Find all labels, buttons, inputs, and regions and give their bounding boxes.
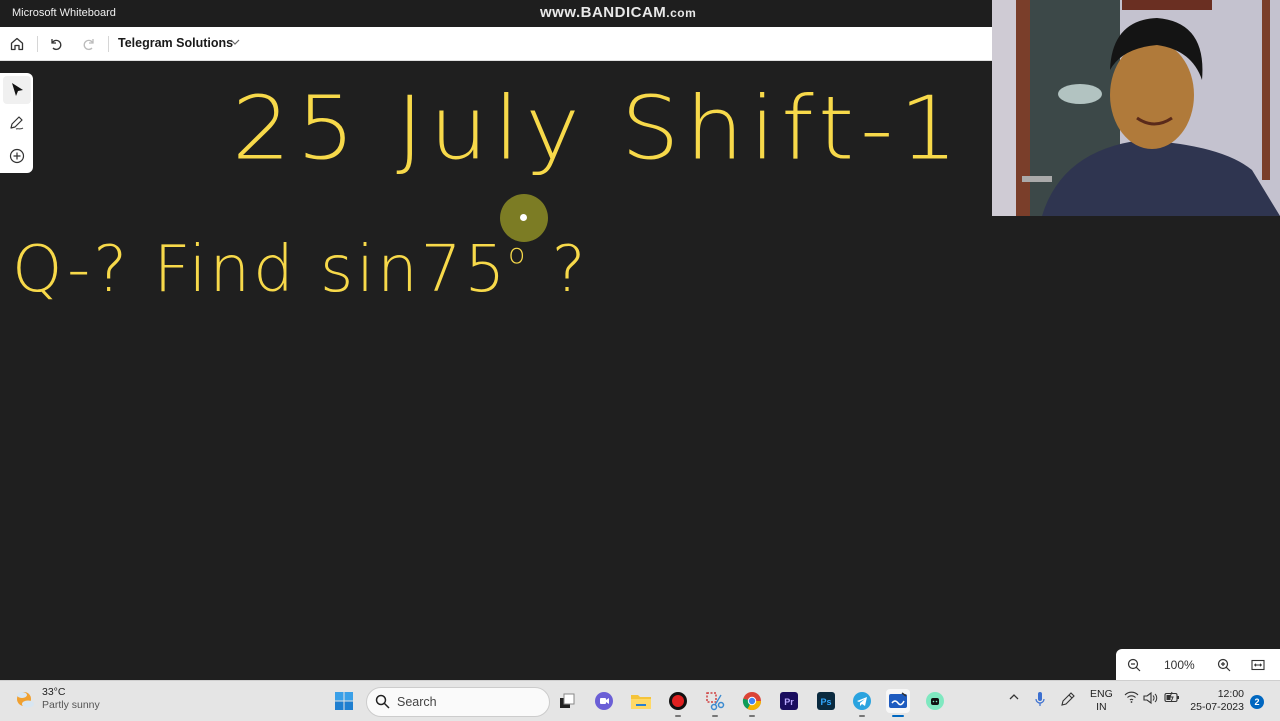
taskbar-app-chat-bot[interactable]: [923, 689, 947, 713]
zoom-out-button[interactable]: [1124, 655, 1144, 675]
running-indicator: [859, 715, 865, 717]
ink-title[interactable]: 25 July Shift-1: [232, 78, 964, 180]
wifi-icon: [1124, 691, 1139, 703]
pointer-highlight: [500, 194, 548, 242]
webcam-overlay: [992, 0, 1280, 216]
taskbar: 33°C Partly sunny Search Pr Ps ENG IN 12…: [0, 680, 1280, 721]
running-indicator: [675, 715, 681, 717]
pen-icon: [10, 116, 24, 130]
ink-tool-button[interactable]: [3, 109, 31, 137]
clock-time: 12:00: [1217, 688, 1244, 700]
weather-condition: Partly sunny: [42, 699, 100, 711]
fit-to-screen-button[interactable]: [1248, 655, 1268, 675]
running-indicator: [712, 715, 718, 717]
chrome-icon: [742, 692, 761, 711]
zoom-in-icon: [1217, 658, 1231, 672]
taskbar-app-file-explorer[interactable]: [629, 689, 653, 713]
home-button[interactable]: [6, 33, 28, 55]
zoom-controls: 100%: [1116, 649, 1280, 680]
input-language-indicator[interactable]: ENG IN: [1090, 688, 1113, 714]
photoshop-label: Ps: [820, 697, 831, 707]
taskbar-app-teams-chat[interactable]: [592, 689, 616, 713]
pen-tray-button[interactable]: [1060, 691, 1076, 707]
taskbar-app-bandicam[interactable]: [666, 689, 690, 717]
redo-icon: [83, 39, 94, 51]
tool-rail: [0, 73, 33, 173]
home-icon: [10, 37, 24, 51]
taskbar-app-telegram[interactable]: [850, 689, 874, 717]
taskbar-search-input[interactable]: Search: [366, 687, 550, 717]
webcam-video-feed: [992, 0, 1280, 216]
telegram-icon: [853, 692, 871, 710]
taskbar-app-photoshop[interactable]: Ps: [814, 689, 838, 713]
region-code: IN: [1096, 701, 1107, 713]
taskbar-app-chrome[interactable]: [740, 689, 764, 717]
weather-temperature: 33°C: [42, 686, 66, 698]
undo-icon: [51, 39, 62, 51]
zoom-out-icon: [1127, 658, 1141, 672]
show-hidden-icons-button[interactable]: [1008, 691, 1020, 703]
volume-tray-button[interactable]: [1142, 691, 1158, 705]
chat-bot-icon: [926, 692, 944, 710]
partly-sunny-icon: [17, 692, 34, 708]
language-code: ENG: [1090, 688, 1113, 700]
search-placeholder: Search: [397, 695, 437, 709]
start-button[interactable]: [332, 689, 356, 713]
taskbar-app-snipping-tool[interactable]: [703, 689, 727, 717]
weather-widget[interactable]: 33°C Partly sunny: [14, 686, 100, 712]
question-text: Q-? Find sin75: [12, 233, 509, 307]
plus-circle-icon: [9, 148, 25, 164]
bandicam-watermark: www.BANDICAM.com: [540, 4, 696, 21]
board-name[interactable]: Telegram Solutions: [118, 36, 233, 50]
taskbar-app-task-view[interactable]: [555, 689, 579, 713]
snipping-tool-icon: [706, 692, 725, 711]
microphone-tray-button[interactable]: [1034, 691, 1046, 707]
taskbar-app-whiteboard[interactable]: [886, 689, 910, 717]
taskbar-clock[interactable]: 12:00 25-07-2023: [1188, 688, 1244, 714]
board-menu-button[interactable]: [228, 35, 242, 54]
watermark-main: www.BANDICAM: [540, 4, 667, 21]
windows-logo-icon: [335, 692, 353, 710]
battery-tray-button[interactable]: [1164, 691, 1180, 703]
whiteboard-icon: [889, 692, 907, 708]
watermark-suffix: .com: [666, 6, 697, 20]
taskbar-app-premiere[interactable]: Pr: [777, 689, 801, 713]
meet-icon: [595, 692, 613, 710]
undo-button[interactable]: [45, 33, 67, 55]
add-content-button[interactable]: [3, 142, 31, 170]
redo-button[interactable]: [78, 33, 100, 55]
fit-to-screen-icon: [1251, 659, 1265, 671]
record-icon: [669, 692, 687, 710]
zoom-in-button[interactable]: [1214, 655, 1234, 675]
active-indicator: [892, 715, 904, 717]
toolbar-divider: [108, 36, 109, 52]
speaker-icon: [1143, 691, 1158, 705]
battery-charging-icon: [1164, 691, 1179, 703]
pen-menu-icon: [1061, 692, 1075, 706]
photoshop-icon: Ps: [817, 692, 835, 710]
search-icon: [375, 694, 390, 709]
task-view-icon: [560, 693, 575, 708]
premiere-label: Pr: [784, 697, 794, 707]
cursor-arrow-icon: [12, 83, 23, 96]
microphone-icon: [1035, 692, 1045, 706]
app-title: Microsoft Whiteboard: [12, 7, 116, 19]
premiere-icon: Pr: [780, 692, 798, 710]
chevron-up-icon: [1009, 694, 1019, 700]
network-tray-button[interactable]: [1124, 691, 1139, 703]
clock-date: 25-07-2023: [1190, 701, 1244, 713]
select-tool-button[interactable]: [3, 76, 31, 104]
toolbar-divider: [37, 36, 38, 52]
folder-icon: [631, 695, 651, 709]
weather-text: 33°C Partly sunny: [42, 686, 100, 712]
running-indicator: [749, 715, 755, 717]
notification-badge[interactable]: 2: [1250, 695, 1264, 709]
question-mark: ?: [528, 233, 589, 307]
ink-question[interactable]: Q-? Find sin75o ?: [12, 233, 589, 307]
chevron-down-icon: [230, 39, 240, 45]
zoom-level[interactable]: 100%: [1164, 658, 1195, 672]
